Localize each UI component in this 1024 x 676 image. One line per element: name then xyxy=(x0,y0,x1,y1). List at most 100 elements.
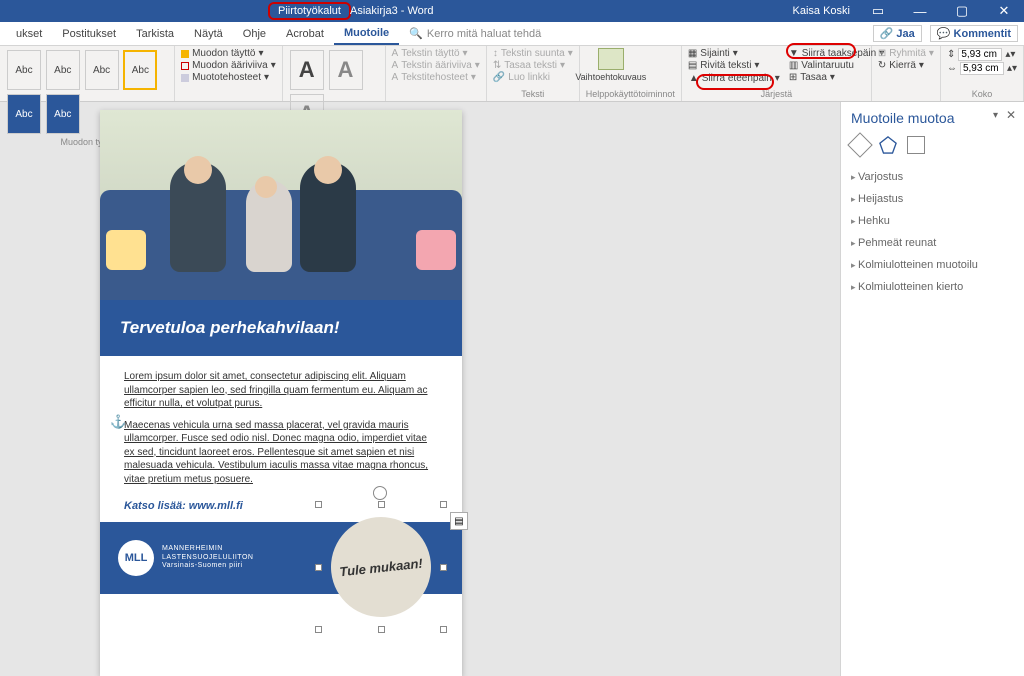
selection-pane-button[interactable]: ▥ Valintaruutu xyxy=(789,60,884,71)
ribbon-display-icon[interactable]: ▭ xyxy=(864,3,892,19)
group-label: Järjestä xyxy=(688,88,865,101)
flyer-paragraph: Lorem ipsum dolor sit amet, consectetur … xyxy=(124,371,428,409)
text-outline-button: ATekstin ääriviiva ▾ xyxy=(392,60,480,71)
resize-handle[interactable] xyxy=(440,626,447,633)
effects-icon xyxy=(181,74,189,82)
rotate-button[interactable]: ↻ Kierrä ▾ xyxy=(878,60,934,71)
pane-section[interactable]: Hehku xyxy=(851,210,1014,232)
group-accessibility: Vaihtoehtokuvaus Helppokäyttötoiminnot xyxy=(580,46,682,101)
tab-item[interactable]: Ohje xyxy=(233,22,276,45)
tab-format[interactable]: Muotoile xyxy=(334,22,399,45)
ribbon-tabs: ukset Postitukset Tarkista Näytä Ohje Ac… xyxy=(0,22,1024,46)
share-button[interactable]: 🔗 Jaa xyxy=(873,25,922,42)
tab-item[interactable]: Postitukset xyxy=(52,22,126,45)
org-line: LASTENSUOJELULIITON xyxy=(162,554,253,562)
layout-options-icon[interactable]: ▤ xyxy=(450,512,468,530)
flyer-heading: Tervetuloa perhekahvilaan! xyxy=(100,300,462,356)
workspace: Tervetuloa perhekahvilaan! Lorem ipsum d… xyxy=(0,102,1024,676)
shape-outline-button[interactable]: Muodon ääriviiva ▾ xyxy=(181,60,276,71)
close-button[interactable]: ✕ xyxy=(990,3,1018,19)
group-arrange: ▦ Sijainti ▾ ▤ Rivitä teksti ▾ ▲ Siirrä … xyxy=(682,46,872,101)
text-direction-button: ↕ Tekstin suunta ▾ xyxy=(493,48,573,59)
group-text-format: ATekstin täyttö ▾ ATekstin ääriviiva ▾ A… xyxy=(386,46,487,101)
format-shape-pane: ▾ ✕ Muotoile muotoa Varjostus Heijastus … xyxy=(840,102,1024,676)
shape-style-preset[interactable]: Abc xyxy=(85,50,119,90)
align-button[interactable]: ⊞ Tasaa ▾ xyxy=(789,72,884,83)
shape-height[interactable]: ⇕ ▴▾ xyxy=(947,48,1017,61)
width-input[interactable] xyxy=(960,62,1004,75)
mll-logo: MLL xyxy=(118,540,154,576)
wrap-text-button[interactable]: ▤ Rivitä teksti ▾ xyxy=(688,60,781,71)
group-wordart: A A A WordArt-tyylit xyxy=(283,46,386,101)
resize-handle[interactable] xyxy=(315,626,322,633)
org-line: MANNERHEIMIN xyxy=(162,545,253,553)
shape-width[interactable]: ⇔ ▴▾ xyxy=(947,62,1017,75)
send-backward-button[interactable]: ▼ Siirrä taaksepäin ▾ xyxy=(789,48,884,59)
shape-fill-button[interactable]: Muodon täyttö ▾ xyxy=(181,48,276,59)
resize-handle[interactable] xyxy=(378,501,385,508)
alt-text-button[interactable]: Vaihtoehtokuvaus xyxy=(586,48,636,82)
align-text-button: ⇅ Tasaa teksti ▾ xyxy=(493,60,573,71)
pane-section[interactable]: Heijastus xyxy=(851,188,1014,210)
minimize-button[interactable]: — xyxy=(906,4,934,19)
group-label: Teksti xyxy=(493,88,573,101)
fill-line-tab-icon[interactable] xyxy=(847,132,872,157)
wordart-preset[interactable]: A xyxy=(329,50,363,90)
tab-item[interactable]: Acrobat xyxy=(276,22,334,45)
group-text: ↕ Tekstin suunta ▾ ⇅ Tasaa teksti ▾ 🔗 Lu… xyxy=(487,46,580,101)
search-icon: 🔍 xyxy=(409,27,423,40)
tab-item[interactable]: Näytä xyxy=(184,22,233,45)
ribbon: Abc Abc Abc Abc Abc Abc Muodon tyylit Mu… xyxy=(0,46,1024,102)
drawing-tools-context-tab[interactable]: Piirtotyökalut xyxy=(268,2,351,20)
group-shape-format: Muodon täyttö ▾ Muodon ääriviiva ▾ Muoto… xyxy=(175,46,283,101)
tell-me-label: Kerro mitä haluat tehdä xyxy=(427,28,541,40)
flyer-paragraph: Maecenas vehicula urna sed massa placera… xyxy=(124,420,428,485)
pane-menu-icon[interactable]: ▾ xyxy=(993,110,998,121)
title-bar: Piirtotyökalut Asiakirja3 - Word Kaisa K… xyxy=(0,0,1024,22)
resize-handle[interactable] xyxy=(315,501,322,508)
pane-section[interactable]: Kolmiulotteinen kierto xyxy=(851,276,1014,298)
user-name[interactable]: Kaisa Koski xyxy=(793,5,850,17)
resize-handle[interactable] xyxy=(440,564,447,571)
comments-button[interactable]: 💬 Kommentit xyxy=(930,25,1018,42)
resize-handle[interactable] xyxy=(378,626,385,633)
group-label: Helppokäyttötoiminnot xyxy=(586,88,675,101)
pane-section[interactable]: Varjostus xyxy=(851,166,1014,188)
pane-section[interactable]: Kolmiulotteinen muotoilu xyxy=(851,254,1014,276)
anchor-icon: ⚓ xyxy=(110,414,126,430)
layout-tab-icon[interactable] xyxy=(907,136,925,154)
position-button[interactable]: ▦ Sijainti ▾ xyxy=(688,48,781,59)
document-title: Asiakirja3 - Word xyxy=(350,5,434,17)
wordart-preset[interactable]: A xyxy=(290,50,324,90)
fill-icon xyxy=(181,50,189,58)
create-link-button: 🔗 Luo linkki xyxy=(493,72,573,83)
group-objects-button: ⊞ Ryhmitä ▾ xyxy=(878,48,934,59)
shape-style-preset[interactable]: Abc xyxy=(46,50,80,90)
flyer-body: Lorem ipsum dolor sit amet, consectetur … xyxy=(100,356,462,500)
tell-me-search[interactable]: 🔍 Kerro mitä haluat tehdä xyxy=(399,22,551,45)
maximize-button[interactable]: ▢ xyxy=(948,3,976,19)
tab-item[interactable]: ukset xyxy=(6,22,52,45)
pane-close-icon[interactable]: ✕ xyxy=(1006,108,1016,122)
alt-text-icon xyxy=(598,48,624,70)
bring-forward-button[interactable]: ▲ Siirrä eteenpäin ▾ xyxy=(688,72,781,85)
resize-handle[interactable] xyxy=(440,501,447,508)
group-size: ⇕ ▴▾ ⇔ ▴▾ Koko xyxy=(941,46,1024,101)
effects-tab-icon[interactable] xyxy=(879,136,897,154)
text-effects-button: ATekstitehosteet ▾ xyxy=(392,72,480,83)
pane-title: Muotoile muotoa xyxy=(851,110,1014,126)
rotate-handle-icon[interactable] xyxy=(373,486,387,500)
selected-shape[interactable]: Tule mukaan! ▤ xyxy=(318,504,444,630)
shape-effects-button[interactable]: Muototehosteet ▾ xyxy=(181,72,276,83)
resize-handle[interactable] xyxy=(315,564,322,571)
outline-icon xyxy=(181,62,189,70)
pane-section[interactable]: Pehmeät reunat xyxy=(851,232,1014,254)
group-shape-styles: Abc Abc Abc Abc Abc Abc Muodon tyylit xyxy=(0,46,175,101)
shape-style-preset-selected[interactable]: Abc xyxy=(123,50,157,90)
shape-style-preset[interactable]: Abc xyxy=(7,50,41,90)
text-fill-button: ATekstin täyttö ▾ xyxy=(392,48,480,59)
tab-item[interactable]: Tarkista xyxy=(126,22,184,45)
flyer-photo xyxy=(100,110,462,300)
callout-circle[interactable]: Tule mukaan! xyxy=(326,512,436,622)
height-input[interactable] xyxy=(958,48,1002,61)
